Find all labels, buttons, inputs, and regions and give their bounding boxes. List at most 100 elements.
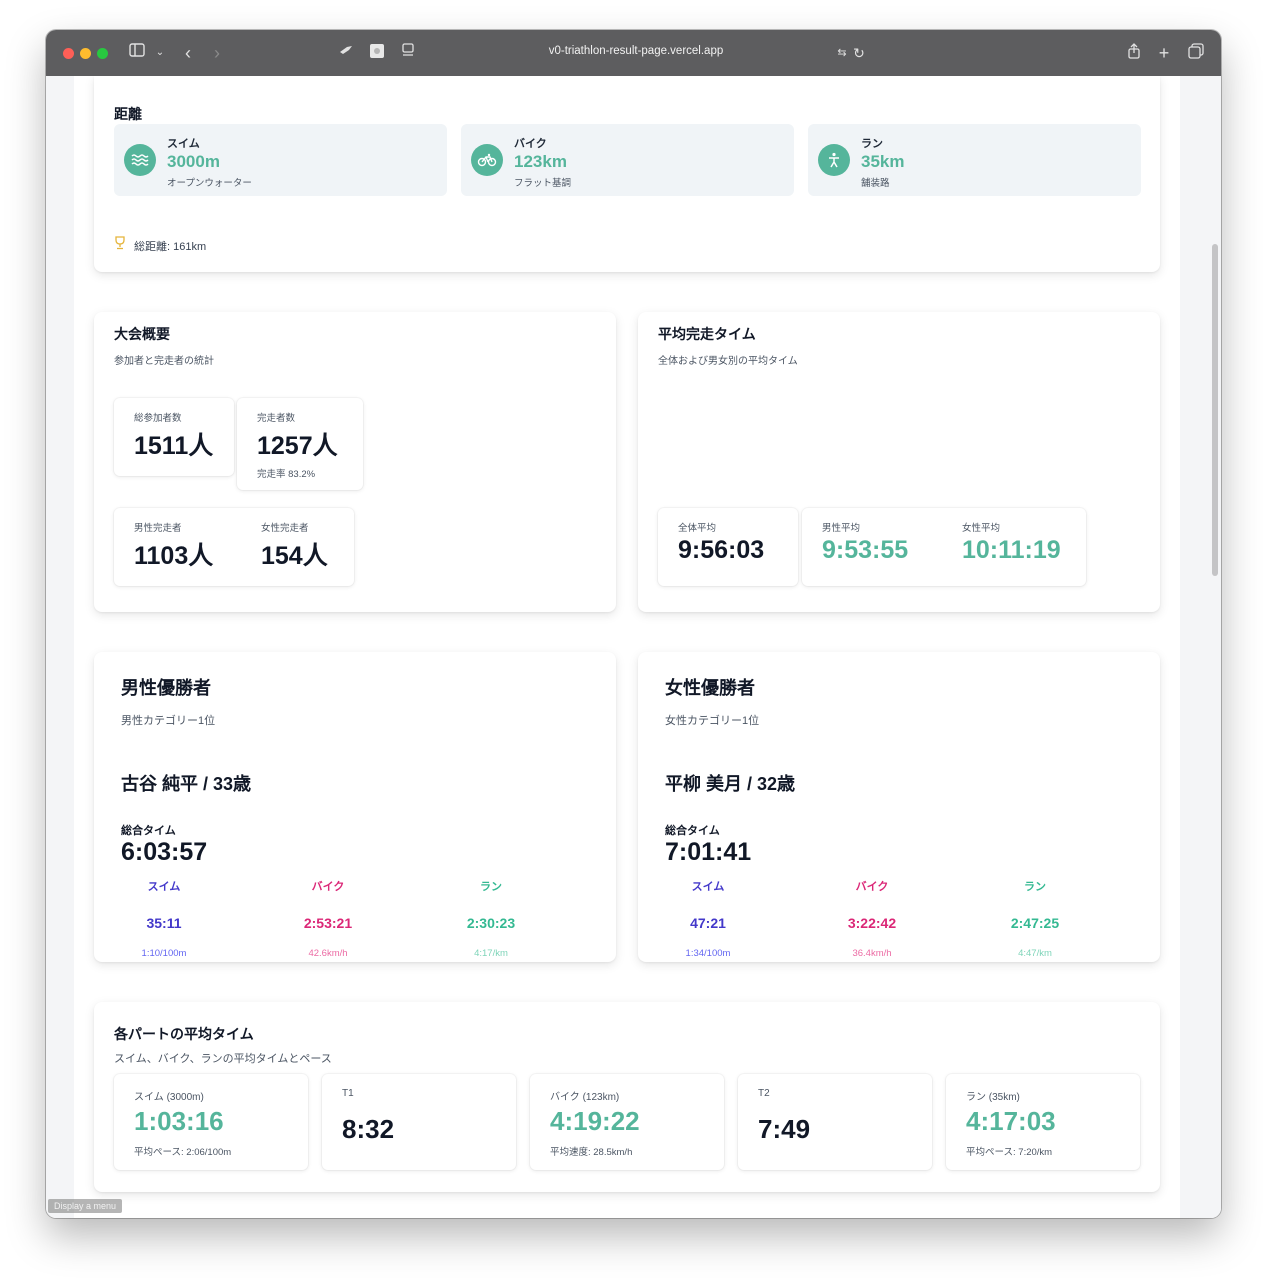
male-swim-split: スイム 35:11 1:10/100m [104, 878, 224, 959]
distance-item-run: ラン 35km 舗装路 [808, 124, 1141, 196]
female-winner-name: 平柳 美月 / 32歳 [665, 774, 796, 794]
bike-time: 3:22:42 [847, 915, 897, 931]
t2-average: T2 7:49 [738, 1074, 932, 1170]
male-run-split: ラン 2:30:23 4:17/km [431, 878, 551, 959]
male-average-label: 男性平均 [822, 523, 861, 534]
browser-window: ⌄ ‹ › v0-triathlon-result-page.vercel.ap… [46, 30, 1221, 1218]
t1-value: 8:32 [342, 1114, 395, 1144]
female-average-label: 女性平均 [962, 523, 1001, 534]
close-window-button[interactable] [63, 48, 74, 59]
run-pace: 4:17/km [474, 948, 508, 959]
browser-toolbar: ⌄ ‹ › v0-triathlon-result-page.vercel.ap… [46, 30, 1221, 76]
chevron-down-icon[interactable]: ⌄ [150, 43, 170, 63]
page-body: 距離 スイム 3000m オープンウォーター バイク 123km フラット基調 [74, 76, 1180, 1218]
run-label: ラン [480, 881, 502, 893]
participants-stat: 総参加者数 1511人 [114, 398, 234, 476]
image-extension-icon[interactable] [367, 43, 387, 63]
bike-label: バイク [855, 881, 889, 893]
male-average-value: 9:53:55 [822, 536, 909, 564]
bike-time: 2:53:21 [303, 915, 353, 931]
swim-average: スイム (3000m) 1:03:16 平均ペース: 2:06/100m [114, 1074, 308, 1170]
average-finish-title: 平均完走タイム [658, 326, 756, 342]
swim-average-note: 平均ペース: 2:06/100m [134, 1147, 232, 1158]
average-finish-subtitle: 全体および男女別の平均タイム [658, 356, 798, 367]
reload-icon[interactable]: ↻ [849, 43, 869, 63]
swim-average-label: スイム (3000m) [134, 1092, 204, 1103]
distance-bike-value: 123km [514, 152, 567, 171]
female-swim-split: スイム 47:21 1:34/100m [648, 878, 768, 959]
swim-pace: 1:10/100m [141, 948, 187, 959]
sidebar-icon[interactable] [127, 43, 147, 63]
t1-label: T1 [342, 1088, 354, 1099]
tab-overview-icon[interactable] [1186, 43, 1206, 63]
menu-tooltip: Display a menu [48, 1199, 123, 1213]
t2-label: T2 [758, 1088, 770, 1099]
distance-item-swim: スイム 3000m オープンウォーター [114, 124, 447, 196]
female-winner-title: 女性優勝者 [665, 678, 755, 698]
overall-average-label: 全体平均 [678, 523, 717, 534]
bike-pace: 36.4km/h [852, 948, 892, 959]
back-arrow-icon[interactable]: ‹ [178, 43, 198, 63]
female-winner-card: 女性優勝者 女性カテゴリー1位 平柳 美月 / 32歳 総合タイム 7:01:4… [638, 652, 1160, 962]
distance-title: 距離 [114, 106, 142, 122]
male-winner-name: 古谷 純平 / 33歳 [121, 774, 252, 794]
distance-swim-note: オープンウォーター [167, 178, 252, 189]
minimize-window-button[interactable] [80, 48, 91, 59]
female-winner-total-time: 7:01:41 [665, 838, 752, 866]
distance-item-bike: バイク 123km フラット基調 [461, 124, 794, 196]
finish-rate: 完走率 83.2% [257, 469, 316, 480]
bike-average-label: バイク (123km) [550, 1092, 620, 1103]
participants-value: 1511人 [134, 432, 214, 460]
part-average-card: 各パートの平均タイム スイム、バイク、ランの平均タイムとペース スイム (300… [94, 1002, 1160, 1192]
swim-average-value: 1:03:16 [134, 1106, 224, 1136]
scrollbar-track[interactable] [1209, 76, 1221, 1218]
male-finishers-label: 男性完走者 [134, 523, 182, 534]
run-label: ラン [1024, 881, 1046, 893]
swim-label: スイム [691, 881, 725, 893]
forward-arrow-icon[interactable]: › [207, 43, 227, 63]
female-winner-subtitle: 女性カテゴリー1位 [665, 715, 760, 727]
finishers-label: 完走者数 [257, 413, 296, 424]
distance-run-label: ラン [861, 138, 883, 150]
distance-swim-label: スイム [167, 138, 200, 150]
overview-title: 大会概要 [114, 326, 170, 342]
distance-bike-label: バイク [514, 138, 547, 150]
part-average-title: 各パートの平均タイム [114, 1026, 254, 1042]
address-bar[interactable]: v0-triathlon-result-page.vercel.app [466, 45, 806, 57]
bike-pace: 42.6km/h [308, 948, 348, 959]
run-average-value: 4:17:03 [966, 1106, 1056, 1136]
female-finishers-value: 154人 [261, 542, 328, 570]
overall-average-value: 9:56:03 [678, 536, 765, 564]
swim-time: 47:21 [690, 915, 726, 931]
reader-icon[interactable] [398, 43, 418, 63]
zoom-window-button[interactable] [97, 48, 108, 59]
share-icon[interactable] [1124, 43, 1144, 63]
distance-run-note: 舗装路 [861, 178, 890, 189]
run-average: ラン (35km) 4:17:03 平均ペース: 7:20/km [946, 1074, 1140, 1170]
run-pace: 4:47/km [1018, 948, 1052, 959]
new-tab-icon[interactable]: + [1154, 43, 1174, 63]
distance-card: 距離 スイム 3000m オープンウォーター バイク 123km フラット基調 [94, 76, 1160, 272]
bike-average-value: 4:19:22 [550, 1106, 640, 1136]
average-finish-card: 平均完走タイム 全体および男女別の平均タイム 全体平均 9:56:03 男性平均… [638, 312, 1160, 612]
gender-average-stat: 男性平均 9:53:55 女性平均 10:11:19 [802, 508, 1086, 586]
total-distance: 総距離: 161km [134, 241, 207, 253]
extension-icon[interactable] [336, 43, 356, 63]
bicycle-icon [471, 144, 503, 176]
male-winner-subtitle: 男性カテゴリー1位 [121, 715, 216, 727]
swim-pace: 1:34/100m [685, 948, 731, 959]
overview-card: 大会概要 参加者と完走者の統計 総参加者数 1511人 完走者数 1257人 完… [94, 312, 616, 612]
female-finishers-label: 女性完走者 [261, 523, 309, 534]
male-finishers-stat: 男性完走者 1103人 女性完走者 154人 [114, 508, 354, 586]
female-average-value: 10:11:19 [962, 536, 1061, 564]
scrollbar-thumb[interactable] [1212, 244, 1218, 576]
distance-run-value: 35km [861, 152, 905, 171]
male-winner-card: 男性優勝者 男性カテゴリー1位 古谷 純平 / 33歳 総合タイム 6:03:5… [94, 652, 616, 962]
run-average-label: ラン (35km) [966, 1092, 1020, 1103]
bike-label: バイク [311, 881, 345, 893]
trophy-icon [114, 236, 126, 255]
overview-subtitle: 参加者と完走者の統計 [114, 356, 214, 367]
part-average-subtitle: スイム、バイク、ランの平均タイムとペース [114, 1053, 332, 1065]
waves-icon [124, 144, 156, 176]
run-time: 2:30:23 [466, 915, 516, 931]
